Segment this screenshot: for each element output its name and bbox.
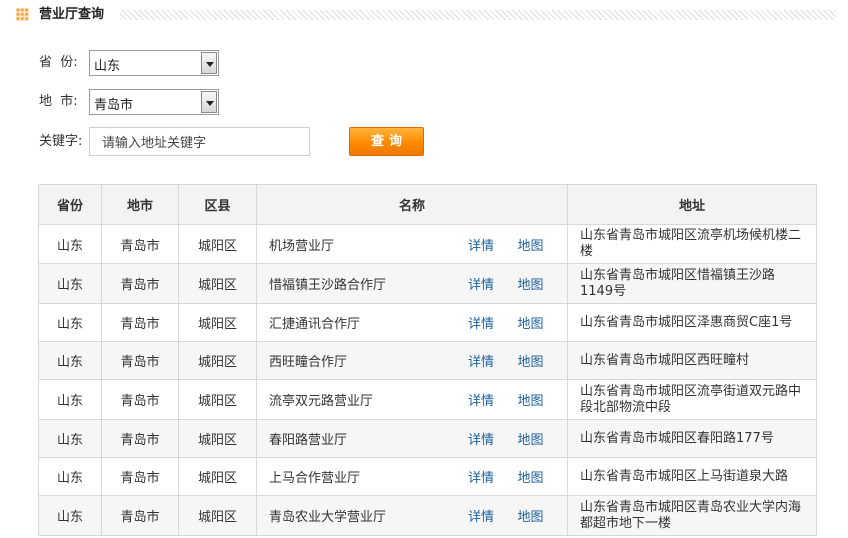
map-link[interactable]: 地图	[517, 351, 567, 370]
results-table: 省份 地市 区县 名称 地址 山东 青岛市 城阳区 机场营业厅 详情 地图 山东省青岛市城阳…	[38, 184, 817, 536]
city-label: 地 市:	[39, 94, 78, 109]
cell-district: 城阳区	[178, 341, 257, 380]
cell-city: 青岛市	[101, 224, 179, 264]
cell-name: 春阳路营业厅 详情 地图	[256, 419, 568, 458]
cell-district: 城阳区	[178, 457, 257, 496]
province-select[interactable]: 山东	[89, 50, 219, 76]
map-link[interactable]: 地图	[517, 235, 567, 254]
store-name: 惜福镇王沙路合作厅	[269, 278, 387, 293]
cell-city: 青岛市	[101, 303, 179, 342]
cell-name: 惜福镇王沙路合作厅 详情 地图	[256, 263, 568, 304]
cell-province: 山东	[38, 224, 102, 264]
cell-address: 山东省青岛市城阳区上马街道泉大路	[567, 457, 817, 496]
cell-district: 城阳区	[178, 419, 257, 458]
cell-address: 山东省青岛市城阳区春阳路177号	[567, 419, 817, 458]
cell-city: 青岛市	[101, 419, 179, 458]
cell-district: 城阳区	[178, 224, 257, 264]
cell-district: 城阳区	[178, 303, 257, 342]
table-row: 山东 青岛市 城阳区 上马合作营业厅 详情 地图 山东省青岛市城阳区上马街道泉大路	[38, 457, 817, 496]
store-name: 流亭双元路营业厅	[269, 394, 374, 409]
detail-link[interactable]: 详情	[468, 235, 518, 254]
cell-district: 城阳区	[178, 379, 257, 420]
cell-address: 山东省青岛市城阳区惜福镇王沙路1149号	[567, 263, 817, 304]
cell-province: 山东	[38, 419, 102, 458]
cell-province: 山东	[38, 379, 102, 420]
table-row: 山东 青岛市 城阳区 惜福镇王沙路合作厅 详情 地图 山东省青岛市城阳区惜福镇王沙路1149…	[38, 263, 817, 304]
detail-link[interactable]: 详情	[468, 429, 518, 448]
header-divider	[120, 10, 836, 20]
keyword-input[interactable]	[89, 127, 310, 156]
section-header: 营业厅查询	[16, 6, 836, 24]
cell-province: 山东	[38, 263, 102, 304]
detail-link[interactable]: 详情	[468, 506, 518, 525]
province-label: 省 份:	[39, 55, 78, 70]
map-link[interactable]: 地图	[517, 390, 567, 409]
chevron-down-icon[interactable]	[201, 91, 217, 113]
table-row: 山东 青岛市 城阳区 春阳路营业厅 详情 地图 山东省青岛市城阳区春阳路177号	[38, 419, 817, 458]
cell-district: 城阳区	[178, 495, 257, 536]
cell-name: 汇捷通讯合作厅 详情 地图	[256, 303, 568, 342]
detail-link[interactable]: 详情	[468, 351, 518, 370]
map-link[interactable]: 地图	[517, 313, 567, 332]
table-row: 山东 青岛市 城阳区 流亭双元路营业厅 详情 地图 山东省青岛市城阳区流亭街道双元路中段北部…	[38, 379, 817, 420]
store-name: 机场营业厅	[269, 238, 335, 254]
header-province: 省份	[38, 184, 102, 225]
cell-name: 西旺疃合作厅 详情 地图	[256, 341, 568, 380]
cell-address: 山东省青岛市城阳区流亭机场候机楼二楼	[567, 224, 817, 264]
cell-address: 山东省青岛市城阳区流亭街道双元路中段北部物流中段	[567, 379, 817, 420]
store-name: 西旺疃合作厅	[269, 355, 348, 370]
cell-province: 山东	[38, 457, 102, 496]
cell-address: 山东省青岛市城阳区泽惠商贸C座1号	[567, 303, 817, 342]
cell-address: 山东省青岛市城阳区青岛农业大学内海都超市地下一楼	[567, 495, 817, 536]
store-name: 上马合作营业厅	[269, 471, 361, 486]
detail-link[interactable]: 详情	[468, 390, 518, 409]
table-body: 山东 青岛市 城阳区 机场营业厅 详情 地图 山东省青岛市城阳区流亭机场候机楼二楼 山东 青岛市…	[38, 224, 817, 536]
grid-dots-icon	[16, 8, 29, 21]
cell-city: 青岛市	[101, 457, 179, 496]
query-button[interactable]: 查询	[349, 127, 424, 156]
cell-name: 青岛农业大学营业厅 详情 地图	[256, 495, 568, 536]
cell-province: 山东	[38, 303, 102, 342]
map-link[interactable]: 地图	[517, 467, 567, 486]
section-title: 营业厅查询	[39, 7, 105, 22]
city-selected-value: 青岛市	[94, 98, 134, 113]
table-header-row: 省份 地市 区县 名称 地址	[38, 184, 817, 225]
cell-address: 山东省青岛市城阳区西旺疃村	[567, 341, 817, 380]
detail-link[interactable]: 详情	[468, 274, 518, 293]
detail-link[interactable]: 详情	[468, 467, 518, 486]
store-name: 汇捷通讯合作厅	[269, 317, 361, 332]
cell-name: 机场营业厅 详情 地图	[256, 224, 568, 264]
header-name: 名称	[256, 184, 568, 225]
map-link[interactable]: 地图	[517, 506, 567, 525]
province-selected-value: 山东	[94, 59, 121, 74]
store-name: 春阳路营业厅	[269, 433, 348, 448]
header-district: 区县	[178, 184, 257, 225]
cell-city: 青岛市	[101, 341, 179, 380]
store-name: 青岛农业大学营业厅	[269, 510, 387, 525]
map-link[interactable]: 地图	[517, 429, 567, 448]
cell-city: 青岛市	[101, 495, 179, 536]
map-link[interactable]: 地图	[517, 274, 567, 293]
cell-city: 青岛市	[101, 263, 179, 304]
keyword-label: 关键字:	[39, 134, 83, 149]
cell-province: 山东	[38, 495, 102, 536]
chevron-down-icon[interactable]	[201, 52, 217, 74]
header-city: 地市	[101, 184, 179, 225]
cell-district: 城阳区	[178, 263, 257, 304]
city-select[interactable]: 青岛市	[89, 89, 219, 115]
header-address: 地址	[567, 184, 817, 225]
table-row: 山东 青岛市 城阳区 汇捷通讯合作厅 详情 地图 山东省青岛市城阳区泽惠商贸C座1号	[38, 303, 817, 342]
cell-province: 山东	[38, 341, 102, 380]
table-row: 山东 青岛市 城阳区 西旺疃合作厅 详情 地图 山东省青岛市城阳区西旺疃村	[38, 341, 817, 380]
cell-name: 上马合作营业厅 详情 地图	[256, 457, 568, 496]
detail-link[interactable]: 详情	[468, 313, 518, 332]
cell-name: 流亭双元路营业厅 详情 地图	[256, 379, 568, 420]
cell-city: 青岛市	[101, 379, 179, 420]
table-row: 山东 青岛市 城阳区 机场营业厅 详情 地图 山东省青岛市城阳区流亭机场候机楼二楼	[38, 224, 817, 264]
table-row: 山东 青岛市 城阳区 青岛农业大学营业厅 详情 地图 山东省青岛市城阳区青岛农业大学内海都超…	[38, 495, 817, 536]
